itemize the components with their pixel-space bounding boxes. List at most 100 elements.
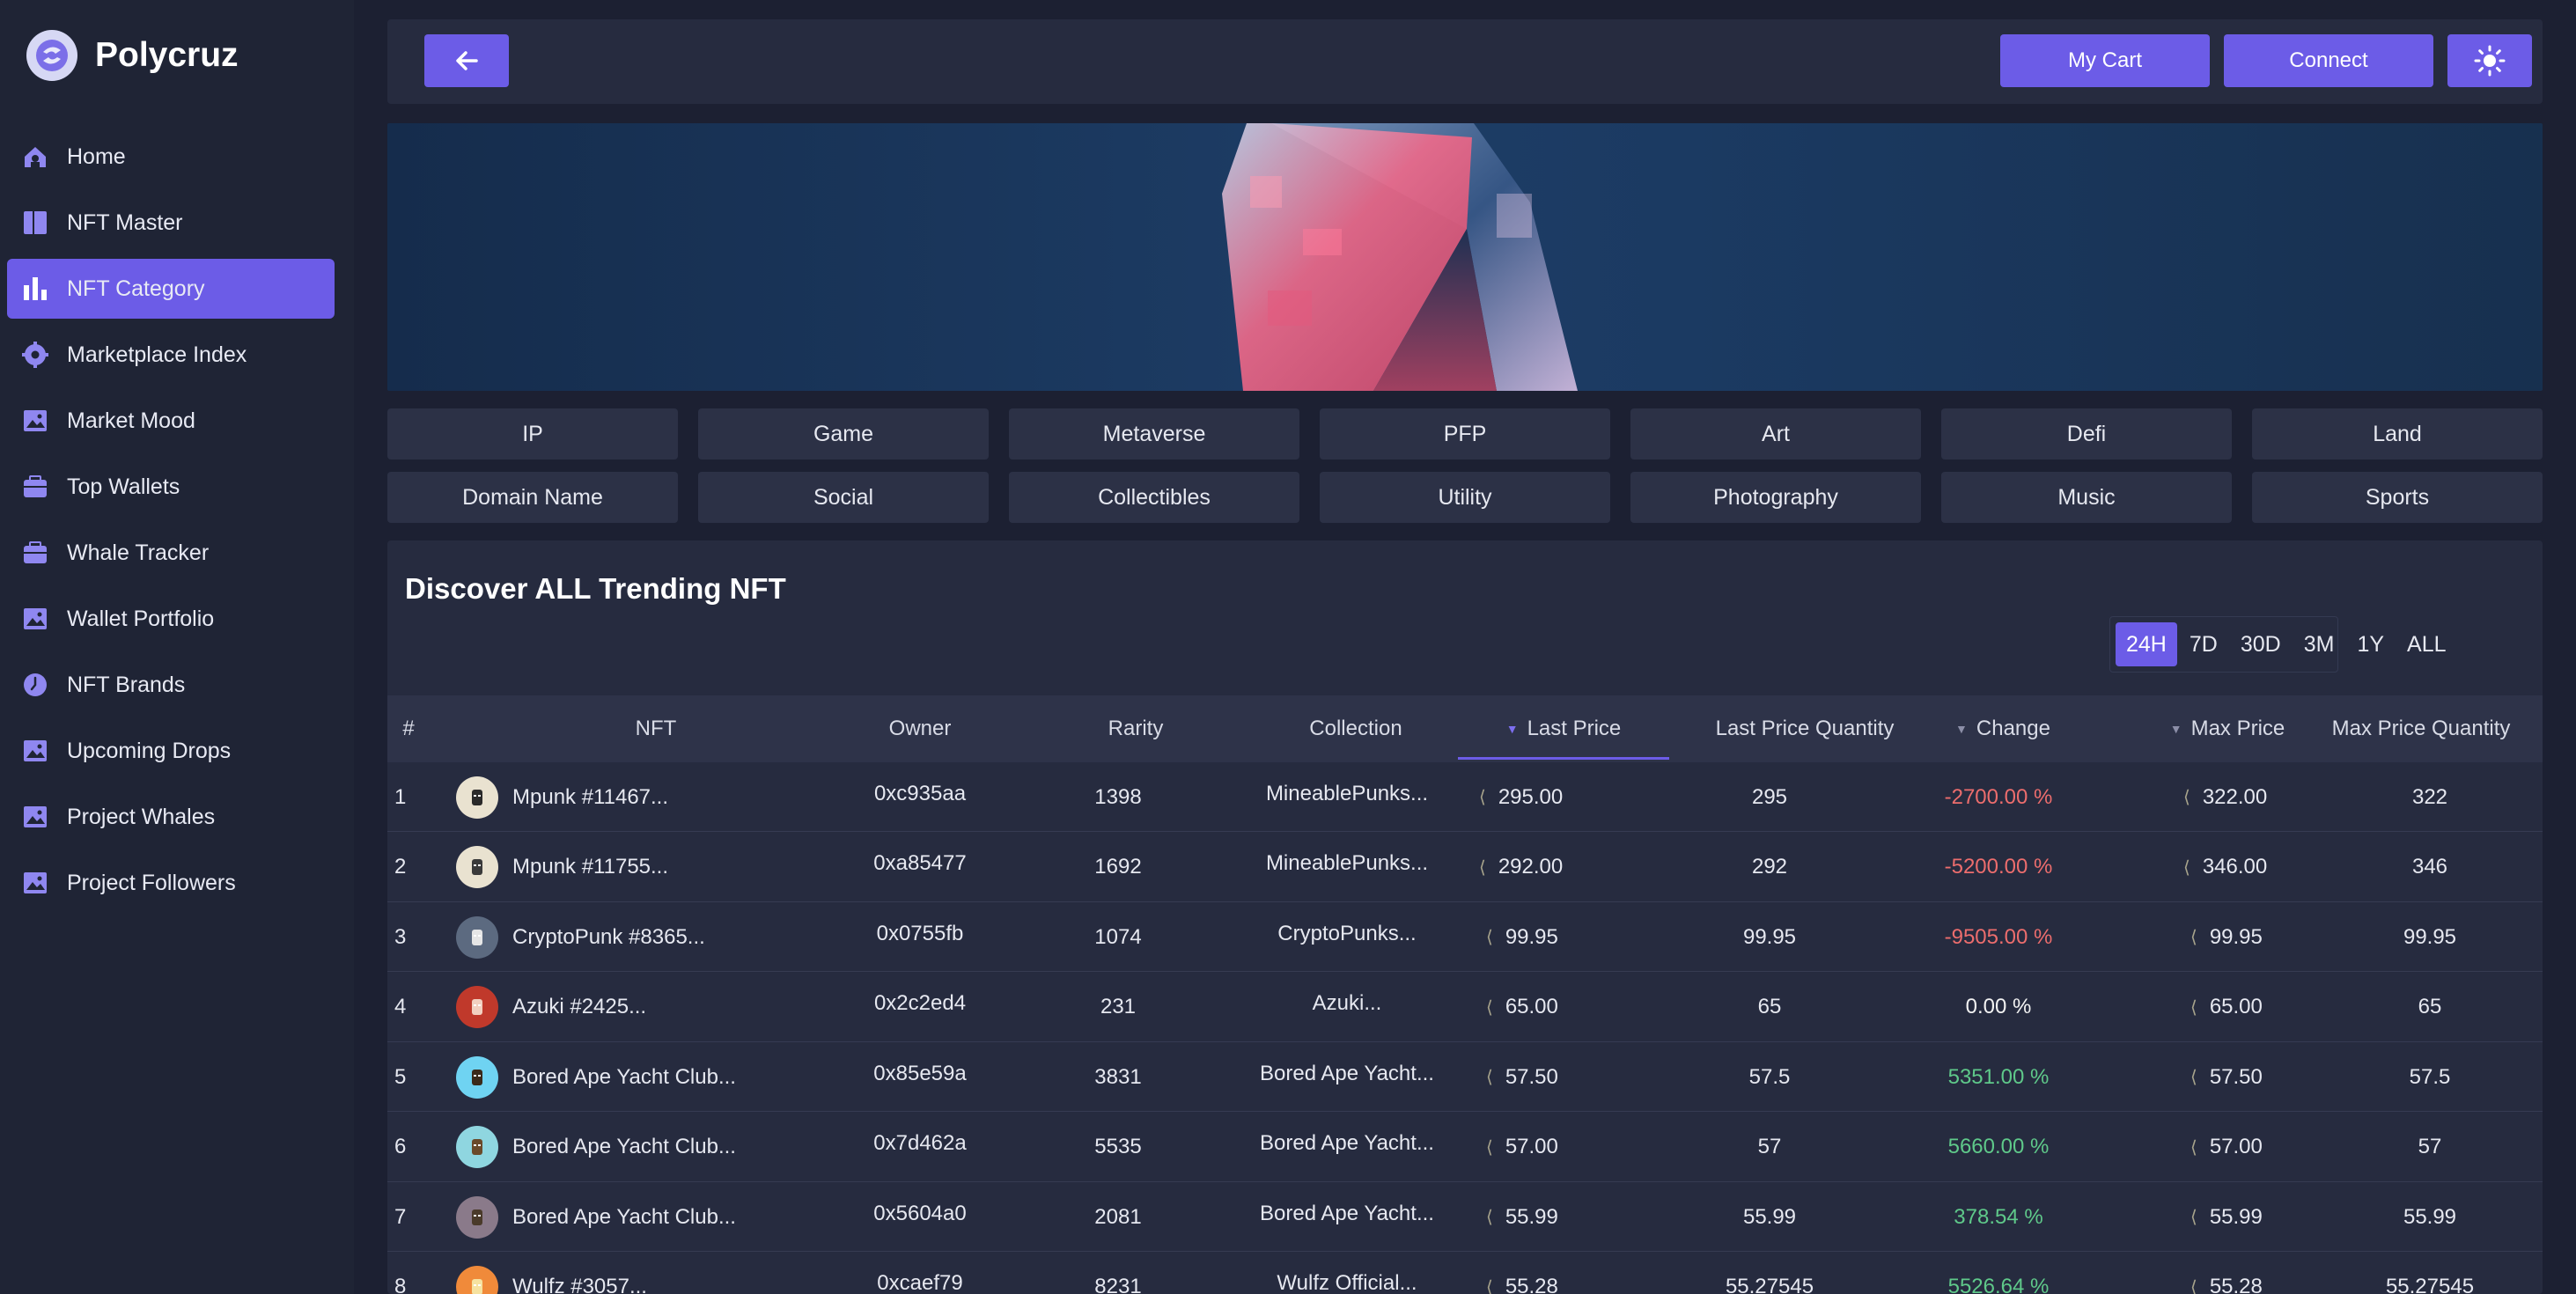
owner-cell[interactable]: 0x5604a0 xyxy=(828,1179,1012,1248)
column-max-price-quantity[interactable]: Max Price Quantity xyxy=(2289,695,2543,762)
table-row[interactable]: 2 Mpunk #11755... 0xa85477 1692 MineablePunk… xyxy=(387,833,2543,902)
period-option-1y[interactable]: 1Y xyxy=(2346,622,2395,666)
table-row[interactable]: 6 Bored Ape Yacht Club... 0x7d462a 5535 Bore… xyxy=(387,1113,2543,1182)
period-option-3m[interactable]: 3M xyxy=(2293,622,2345,666)
sun-icon xyxy=(2474,45,2506,77)
max-price-quantity-cell: 57.5 xyxy=(2298,1042,2543,1112)
last-price-cell: ⟨ 57.00 xyxy=(1479,1113,1638,1182)
eth-icon: ⟨ xyxy=(1486,1137,1493,1158)
category-button-ip[interactable]: IP xyxy=(387,408,678,460)
category-button-pfp[interactable]: PFP xyxy=(1320,408,1610,460)
collection-cell: MineablePunks... xyxy=(1224,759,1470,828)
rarity-cell-text: 2081 xyxy=(1094,1204,1142,1229)
owner-cell[interactable]: 0x7d462a xyxy=(828,1109,1012,1179)
sidebar-item-marketplace-index[interactable]: Marketplace Index xyxy=(7,325,335,385)
last-price-quantity-cell: 57 xyxy=(1638,1113,1902,1182)
sidebar-item-nft-category[interactable]: NFT Category xyxy=(7,259,335,319)
column-last-price-quantity[interactable]: Last Price Quantity xyxy=(1673,695,1937,762)
brand[interactable]: Polycruz xyxy=(26,30,239,81)
image-icon xyxy=(21,803,49,831)
category-button-sports[interactable]: Sports xyxy=(2252,472,2543,523)
sidebar-item-nft-master[interactable]: NFT Master xyxy=(7,193,335,253)
column-rank[interactable]: # xyxy=(391,695,426,762)
last-price-cell: ⟨ 55.28 xyxy=(1479,1253,1638,1294)
change-cell: -5200.00 % xyxy=(1902,833,2095,902)
category-button-metaverse[interactable]: Metaverse xyxy=(1009,408,1299,460)
sidebar-item-upcoming-drops[interactable]: Upcoming Drops xyxy=(7,721,335,781)
owner-cell[interactable]: 0x2c2ed4 xyxy=(828,969,1012,1039)
max-price-quantity-cell: 65 xyxy=(2298,973,2543,1042)
table-row[interactable]: 7 Bored Ape Yacht Club... 0x5604a0 2081 Bore… xyxy=(387,1182,2543,1252)
change-cell-text: 5351.00 % xyxy=(1947,1064,2050,1089)
period-option-24h[interactable]: 24H xyxy=(2116,622,2177,666)
sidebar-item-project-followers[interactable]: Project Followers xyxy=(7,853,335,913)
owner-cell[interactable]: 0x0755fb xyxy=(828,899,1012,968)
theme-toggle-button[interactable] xyxy=(2447,34,2532,87)
last-price-value: 57.50 xyxy=(1505,1064,1558,1089)
nft-cell[interactable]: Bored Ape Yacht Club... xyxy=(456,1182,773,1252)
change-cell-text: -5200.00 % xyxy=(1944,855,2053,879)
max-price-quantity-cell: 57 xyxy=(2298,1113,2543,1182)
nft-cell[interactable]: Mpunk #11755... xyxy=(456,833,773,902)
last-price-quantity-cell-text: 55.99 xyxy=(1742,1204,1797,1229)
nft-cell[interactable]: Wulfz #3057... xyxy=(456,1253,773,1294)
connect-button[interactable]: Connect xyxy=(2224,34,2433,87)
period-option-7d[interactable]: 7D xyxy=(2179,622,2228,666)
max-price-value: 65.00 xyxy=(2209,995,2263,1018)
column-last-price[interactable]: ▼ Last Price xyxy=(1458,695,1669,762)
category-button-defi[interactable]: Defi xyxy=(1941,408,2232,460)
category-button-land[interactable]: Land xyxy=(2252,408,2543,460)
owner-cell-text: 0x2c2ed4 xyxy=(873,991,967,1015)
owner-cell[interactable]: 0xcaef79 xyxy=(828,1249,1012,1294)
column-collection[interactable]: Collection xyxy=(1233,695,1479,762)
column-rarity[interactable]: Rarity xyxy=(1056,695,1215,762)
sidebar-item-market-mood[interactable]: Market Mood xyxy=(7,391,335,451)
back-button[interactable] xyxy=(424,34,509,87)
category-button-photography[interactable]: Photography xyxy=(1630,472,1921,523)
sidebar-item-label: Upcoming Drops xyxy=(67,738,232,763)
table-row[interactable]: 8 Wulfz #3057... 0xcaef79 8231 Wulfz Officia… xyxy=(387,1253,2543,1294)
nft-cell[interactable]: Bored Ape Yacht Club... xyxy=(456,1042,773,1112)
nft-cell[interactable]: Azuki #2425... xyxy=(456,973,773,1042)
nft-cell[interactable]: Bored Ape Yacht Club... xyxy=(456,1113,773,1182)
owner-cell[interactable]: 0xa85477 xyxy=(828,829,1012,899)
max-price-quantity-cell: 55.99 xyxy=(2298,1182,2543,1252)
category-button-art[interactable]: Art xyxy=(1630,408,1921,460)
sidebar-item-wallet-portfolio[interactable]: Wallet Portfolio xyxy=(7,589,335,649)
nft-name: Wulfz #3057... xyxy=(512,1275,647,1294)
max-price-quantity-cell-text: 55.27545 xyxy=(2385,1275,2475,1294)
period-option-all[interactable]: ALL xyxy=(2396,622,2456,666)
last-price-quantity-cell-text: 55.27545 xyxy=(1725,1275,1814,1294)
column-owner[interactable]: Owner xyxy=(828,695,1012,762)
category-button-collectibles[interactable]: Collectibles xyxy=(1009,472,1299,523)
column-nft[interactable]: NFT xyxy=(546,695,766,762)
my-cart-button[interactable]: My Cart xyxy=(2000,34,2210,87)
rank-cell-text: 8 xyxy=(394,1275,407,1294)
category-button-utility[interactable]: Utility xyxy=(1320,472,1610,523)
table-row[interactable]: 4 Azuki #2425... 0x2c2ed4 231 Azuki... ⟨ 65.00… xyxy=(387,973,2543,1042)
sidebar-item-home[interactable]: Home xyxy=(7,127,335,187)
collection-cell-text: CryptoPunks... xyxy=(1277,921,1417,945)
table-row[interactable]: 3 CryptoPunk #8365... 0x0755fb 1074 CryptoPu… xyxy=(387,902,2543,972)
owner-cell[interactable]: 0x85e59a xyxy=(828,1039,1012,1108)
sidebar-item-top-wallets[interactable]: Top Wallets xyxy=(7,457,335,517)
eth-icon: ⟨ xyxy=(2190,1208,2197,1227)
change-cell: 378.54 % xyxy=(1902,1182,2095,1252)
panel-title: Discover ALL Trending NFT xyxy=(405,572,786,605)
table-row[interactable]: 5 Bored Ape Yacht Club... 0x85e59a 3831 Bore… xyxy=(387,1042,2543,1112)
nft-cell[interactable]: CryptoPunk #8365... xyxy=(456,902,773,972)
column-change[interactable]: ▼ Change xyxy=(1902,695,2104,762)
sidebar-item-label: Project Followers xyxy=(67,870,236,895)
category-button-game[interactable]: Game xyxy=(698,408,989,460)
category-button-social[interactable]: Social xyxy=(698,472,989,523)
table-row[interactable]: 1 Mpunk #11467... 0xc935aa 1398 MineablePunk… xyxy=(387,762,2543,832)
category-button-music[interactable]: Music xyxy=(1941,472,2232,523)
owner-cell[interactable]: 0xc935aa xyxy=(828,759,1012,828)
sidebar-item-nft-brands[interactable]: NFT Brands xyxy=(7,655,335,715)
category-button-domain-name[interactable]: Domain Name xyxy=(387,472,678,523)
image-icon xyxy=(21,605,49,633)
period-option-30d[interactable]: 30D xyxy=(2230,622,2292,666)
sidebar-item-project-whales[interactable]: Project Whales xyxy=(7,787,335,847)
sidebar-item-whale-tracker[interactable]: Whale Tracker xyxy=(7,523,335,583)
nft-cell[interactable]: Mpunk #11467... xyxy=(456,762,773,832)
